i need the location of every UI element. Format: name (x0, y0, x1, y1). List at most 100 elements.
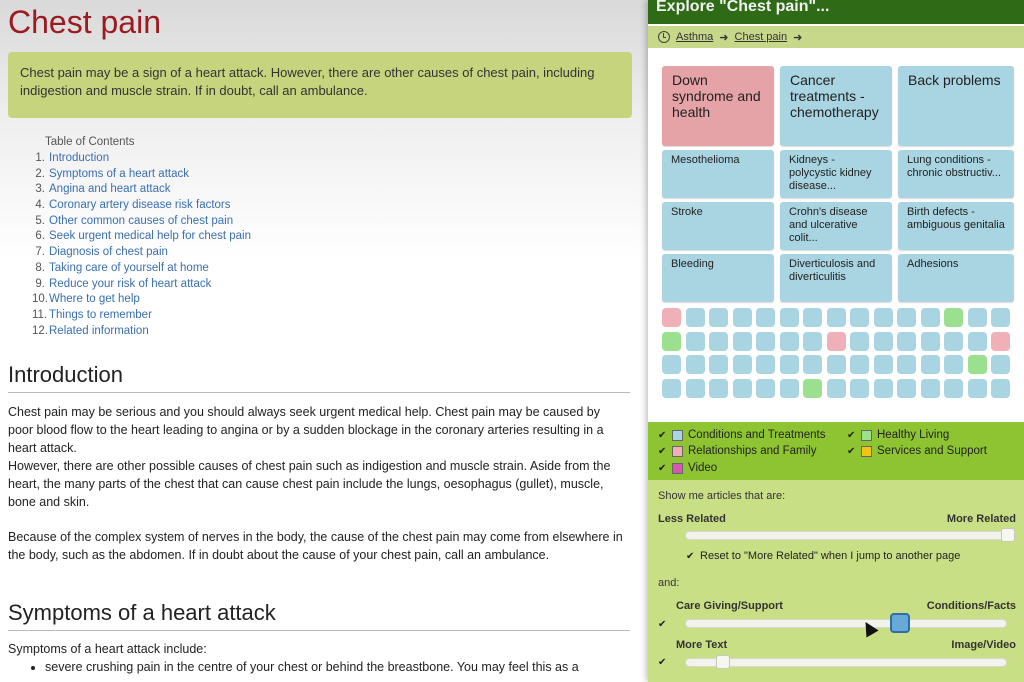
related-article-dot[interactable] (991, 355, 1010, 374)
related-article-dot[interactable] (803, 331, 822, 351)
related-article-dot[interactable] (944, 331, 963, 351)
toc-link[interactable]: Introduction (49, 152, 109, 168)
related-article-dot[interactable] (709, 331, 728, 351)
toc-link[interactable]: Related information (49, 325, 149, 341)
related-article-dot[interactable] (897, 331, 916, 351)
toc-link[interactable]: Where to get help (49, 293, 140, 309)
related-article-dot[interactable] (803, 355, 822, 374)
related-article-dot[interactable] (826, 378, 846, 398)
filter-video[interactable]: ✔ Video (658, 460, 717, 476)
toc-link[interactable]: Symptoms of a heart attack (49, 168, 189, 184)
toc-link[interactable]: Coronary artery disease risk factors (49, 199, 231, 215)
related-article-dot[interactable] (850, 378, 869, 398)
related-article-dot[interactable] (944, 308, 963, 327)
related-tile[interactable]: Back problems (898, 66, 1014, 146)
checkbox-checked-icon[interactable]: ✔ (658, 620, 667, 630)
related-article-dot[interactable] (732, 308, 752, 327)
related-article-dot[interactable] (662, 308, 681, 327)
related-article-dot[interactable] (991, 378, 1010, 398)
related-article-dot[interactable] (920, 331, 940, 351)
related-article-dot[interactable] (873, 308, 893, 327)
related-article-dot[interactable] (709, 355, 728, 374)
related-article-dot[interactable] (756, 331, 775, 351)
related-article-dot[interactable] (967, 355, 987, 374)
related-article-dot[interactable] (826, 355, 846, 374)
related-article-dot[interactable] (779, 308, 799, 327)
related-article-dot[interactable] (967, 378, 987, 398)
related-article-dot[interactable] (756, 378, 775, 398)
breadcrumb-link-asthma[interactable]: Asthma (676, 31, 713, 43)
toc-link[interactable]: Seek urgent medical help for chest pain (49, 230, 251, 246)
related-article-dot[interactable] (944, 378, 963, 398)
checkbox-checked-icon[interactable]: ✔ (847, 430, 856, 440)
related-article-dot[interactable] (732, 355, 752, 374)
care-facts-slider-track[interactable] (685, 619, 1007, 628)
filter-healthy-living[interactable]: ✔ Healthy Living (847, 427, 949, 443)
related-article-dot[interactable] (732, 378, 752, 398)
related-article-dot[interactable] (920, 378, 940, 398)
related-article-dot[interactable] (991, 308, 1010, 327)
checkbox-checked-icon[interactable]: ✔ (658, 430, 667, 440)
related-article-dot[interactable] (873, 355, 893, 374)
related-article-dot[interactable] (756, 308, 775, 327)
related-article-dot[interactable] (944, 355, 963, 374)
related-article-dot[interactable] (685, 308, 705, 327)
related-article-dot[interactable] (662, 355, 681, 374)
text-media-slider-thumb[interactable] (715, 655, 730, 669)
related-tile[interactable]: Mesothelioma (662, 150, 774, 198)
text-media-slider-track[interactable] (685, 658, 1007, 667)
checkbox-checked-icon[interactable]: ✔ (847, 446, 856, 456)
related-article-dot[interactable] (662, 331, 681, 351)
related-article-dot[interactable] (826, 331, 846, 351)
related-article-dot[interactable] (662, 378, 681, 398)
toc-link[interactable]: Things to remember (49, 309, 152, 325)
toc-link[interactable]: Reduce your risk of heart attack (49, 278, 211, 294)
related-article-dot[interactable] (873, 331, 893, 351)
related-tile[interactable]: Kidneys - polycystic kidney disease... (780, 150, 892, 198)
related-article-dot[interactable] (803, 308, 822, 327)
related-article-dot[interactable] (779, 355, 799, 374)
related-article-dot[interactable] (850, 355, 869, 374)
checkbox-checked-icon[interactable]: ✔ (686, 551, 695, 561)
related-article-dot[interactable] (732, 331, 752, 351)
related-article-dot[interactable] (967, 331, 987, 351)
related-article-dot[interactable] (779, 378, 799, 398)
filter-services[interactable]: ✔ Services and Support (847, 443, 987, 459)
related-article-dot[interactable] (709, 378, 728, 398)
toc-link[interactable]: Taking care of yourself at home (49, 262, 209, 278)
related-article-dot[interactable] (803, 378, 822, 398)
related-article-dot[interactable] (685, 331, 705, 351)
related-tile[interactable]: Down syndrome and health (662, 66, 774, 146)
related-article-dot[interactable] (920, 355, 940, 374)
related-article-dot[interactable] (850, 331, 869, 351)
related-article-dot[interactable] (756, 355, 775, 374)
reset-option[interactable]: ✔ Reset to "More Related" when I jump to… (686, 548, 960, 564)
filter-relationships[interactable]: ✔ Relationships and Family (658, 443, 816, 459)
toc-link[interactable]: Other common causes of chest pain (49, 215, 233, 231)
relatedness-slider-thumb[interactable] (1001, 528, 1015, 542)
related-tile[interactable]: Stroke (662, 202, 774, 250)
related-article-dot[interactable] (685, 355, 705, 374)
checkbox-checked-icon[interactable]: ✔ (658, 463, 667, 473)
related-tile[interactable]: Lung conditions - chronic obstructiv... (898, 150, 1014, 198)
care-facts-slider-thumb[interactable] (890, 613, 911, 633)
related-tile[interactable]: Bleeding (662, 254, 774, 302)
related-tile[interactable]: Adhesions (898, 254, 1014, 302)
related-article-dot[interactable] (873, 378, 893, 398)
related-tile[interactable]: Crohn's disease and ulcerative colit... (780, 202, 892, 250)
toc-link[interactable]: Angina and heart attack (49, 183, 170, 199)
related-article-dot[interactable] (897, 308, 916, 327)
related-article-dot[interactable] (991, 331, 1010, 351)
related-article-dot[interactable] (709, 308, 728, 327)
related-article-dot[interactable] (920, 308, 940, 327)
related-article-dot[interactable] (967, 308, 987, 327)
checkbox-checked-icon[interactable]: ✔ (658, 446, 667, 456)
related-tile[interactable]: Diverticulosis and diverticulitis (780, 254, 892, 302)
toc-link[interactable]: Diagnosis of chest pain (49, 246, 168, 262)
related-tile[interactable]: Birth defects - ambiguous genitalia (898, 202, 1014, 250)
related-tile[interactable]: Cancer treatments - chemotherapy (780, 66, 892, 146)
related-article-dot[interactable] (779, 331, 799, 351)
breadcrumb-link-chest-pain[interactable]: Chest pain (735, 31, 788, 43)
related-article-dot[interactable] (826, 308, 846, 327)
checkbox-checked-icon[interactable]: ✔ (658, 658, 667, 668)
